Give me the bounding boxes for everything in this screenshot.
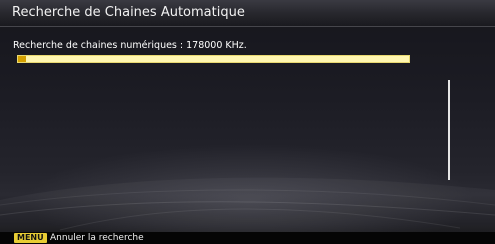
title-bar: Recherche de Chaines Automatique	[0, 0, 495, 27]
cancel-search-hint: Annuler la recherche	[50, 233, 144, 243]
menu-key-button[interactable]: MENU	[14, 233, 47, 243]
dialog-title: Recherche de Chaines Automatique	[12, 5, 245, 20]
auto-channel-search-screen: Recherche de Chaines Automatique Recherc…	[0, 0, 495, 244]
footer-bar: MENU Annuler la recherche	[0, 232, 495, 244]
scrollbar[interactable]	[448, 80, 450, 180]
scan-status-text: Recherche de chaines numériques : 178000…	[13, 40, 247, 51]
scan-progress-bar	[17, 55, 410, 63]
background-waves	[0, 177, 495, 244]
scan-progress-fill	[18, 56, 26, 62]
